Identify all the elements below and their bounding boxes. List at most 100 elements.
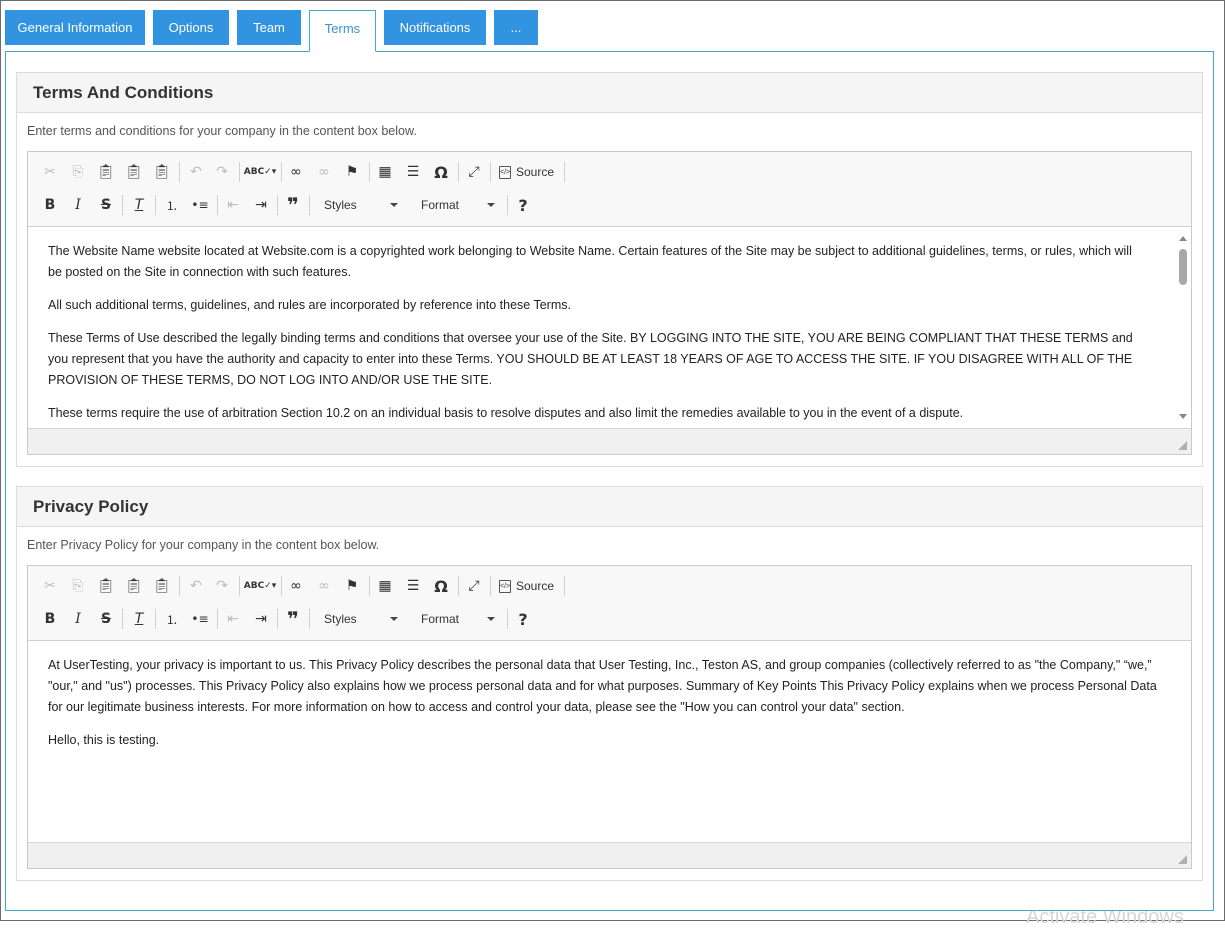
toolbar-separator [309,195,310,215]
resize-handle-icon[interactable] [1178,441,1187,450]
special-char-icon[interactable]: Ω [429,572,453,600]
format-dropdown[interactable]: Format [411,194,501,216]
privacy-editor-content[interactable]: At UserTesting, your privacy is importan… [28,641,1191,842]
terms-editor-scrollbar[interactable] [1175,227,1191,428]
source-icon: </> [499,579,511,593]
terms-section: Terms And Conditions Enter terms and con… [16,72,1203,467]
tab-team[interactable]: Team [237,10,301,45]
strikethrough-icon[interactable]: S [94,605,118,633]
strikethrough-icon[interactable]: S [94,191,118,219]
outdent-icon[interactable]: ⇤ [221,191,245,219]
tab-general-information[interactable]: General Information [5,10,145,45]
help-icon[interactable]: ? [511,191,535,219]
privacy-editor: ✂ ⎘ 📋︎ 📋︎ 📋︎ ↶ ↷ ABC✓▾ ∞ ∞ ⚑ ▦ ☰ Ω ⤢ </>… [27,565,1192,869]
anchor-icon[interactable]: ⚑ [340,572,364,600]
redo-icon[interactable]: ↷ [210,158,234,186]
terms-editor: ✂ ⎘ 📋︎ 📋︎ 📋︎ ↶ ↷ ABC✓▾ ∞ ∞ ⚑ ▦ ☰ Ω ⤢ </>… [27,151,1192,455]
numbered-list-icon[interactable]: ⒈ [160,605,184,633]
format-dropdown-label: Format [421,612,460,626]
link-icon[interactable]: ∞ [284,158,308,186]
toolbar-separator [564,162,565,182]
tab-more[interactable]: ... [494,10,538,45]
horizontal-rule-icon[interactable]: ☰ [401,572,425,600]
toolbar-separator [490,576,491,596]
source-button[interactable]: </> Source [499,572,554,600]
privacy-editor-statusbar [28,842,1191,868]
paste-text-icon[interactable]: 📋︎ [122,158,146,186]
terms-paragraph: The Website Name website located at Webs… [48,244,1132,279]
cut-icon[interactable]: ✂ [38,158,62,186]
table-icon[interactable]: ▦ [373,158,397,186]
source-button[interactable]: </> Source [499,158,554,186]
copy-icon[interactable]: ⎘ [66,158,90,186]
toolbar-separator [122,609,123,629]
maximize-icon[interactable]: ⤢ [462,572,486,600]
chevron-down-icon [487,203,495,207]
bold-icon[interactable]: B [38,191,62,219]
privacy-section: Privacy Policy Enter Privacy Policy for … [16,486,1203,881]
styles-dropdown-label: Styles [324,612,357,626]
anchor-icon[interactable]: ⚑ [340,158,364,186]
paste-from-word-icon[interactable]: 📋︎ [150,572,174,600]
source-icon: </> [499,165,511,179]
styles-dropdown[interactable]: Styles [314,608,404,630]
undo-icon[interactable]: ↶ [184,572,208,600]
privacy-editor-toolbar: ✂ ⎘ 📋︎ 📋︎ 📋︎ ↶ ↷ ABC✓▾ ∞ ∞ ⚑ ▦ ☰ Ω ⤢ </>… [28,566,1191,641]
terms-paragraph: These terms require the use of arbitrati… [48,406,964,420]
scroll-down-arrow-icon[interactable] [1179,414,1187,419]
terms-editor-content[interactable]: The Website Name website located at Webs… [28,227,1191,428]
link-icon[interactable]: ∞ [284,572,308,600]
paste-text-icon[interactable]: 📋︎ [122,572,146,600]
spellcheck-icon[interactable]: ABC✓▾ [244,572,277,600]
table-icon[interactable]: ▦ [373,572,397,600]
numbered-list-icon[interactable]: ⒈ [160,191,184,219]
paste-icon[interactable]: 📋︎ [94,158,118,186]
toolbar-separator [155,609,156,629]
toolbar-separator [239,576,240,596]
cut-icon[interactable]: ✂ [38,572,62,600]
scroll-up-arrow-icon[interactable] [1179,236,1187,241]
chevron-down-icon [487,617,495,621]
bulleted-list-icon[interactable]: •≡ [188,191,212,219]
terms-tab-panel: Terms And Conditions Enter terms and con… [5,51,1214,911]
blockquote-icon[interactable]: ❞ [281,605,305,633]
paste-from-word-icon[interactable]: 📋︎ [150,158,174,186]
toolbar-separator [155,195,156,215]
remove-format-icon[interactable]: T [127,605,151,633]
toolbar-separator [217,195,218,215]
maximize-icon[interactable]: ⤢ [462,158,486,186]
italic-icon[interactable]: I [66,605,90,633]
toolbar-separator [217,609,218,629]
styles-dropdown[interactable]: Styles [314,194,404,216]
unlink-icon[interactable]: ∞ [312,158,336,186]
indent-icon[interactable]: ⇥ [249,605,273,633]
toolbar-separator [277,195,278,215]
redo-icon[interactable]: ↷ [210,572,234,600]
horizontal-rule-icon[interactable]: ☰ [401,158,425,186]
remove-format-icon[interactable]: T [127,191,151,219]
format-dropdown-label: Format [421,198,460,212]
bold-icon[interactable]: B [38,605,62,633]
unlink-icon[interactable]: ∞ [312,572,336,600]
copy-icon[interactable]: ⎘ [66,572,90,600]
terms-section-description: Enter terms and conditions for your comp… [27,124,417,138]
outdent-icon[interactable]: ⇤ [221,605,245,633]
tab-options[interactable]: Options [153,10,229,45]
terms-section-title: Terms And Conditions [17,73,1202,113]
bulleted-list-icon[interactable]: •≡ [188,605,212,633]
blockquote-icon[interactable]: ❞ [281,191,305,219]
special-char-icon[interactable]: Ω [429,158,453,186]
undo-icon[interactable]: ↶ [184,158,208,186]
paste-icon[interactable]: 📋︎ [94,572,118,600]
indent-icon[interactable]: ⇥ [249,191,273,219]
toolbar-separator [507,609,508,629]
resize-handle-icon[interactable] [1178,855,1187,864]
italic-icon[interactable]: I [66,191,90,219]
spellcheck-icon[interactable]: ABC✓▾ [244,158,277,186]
format-dropdown[interactable]: Format [411,608,501,630]
tab-terms[interactable]: Terms [309,10,376,52]
scrollbar-thumb[interactable] [1179,249,1187,285]
tab-notifications[interactable]: Notifications [384,10,486,45]
terms-editor-toolbar: ✂ ⎘ 📋︎ 📋︎ 📋︎ ↶ ↷ ABC✓▾ ∞ ∞ ⚑ ▦ ☰ Ω ⤢ </>… [28,152,1191,227]
help-icon[interactable]: ? [511,605,535,633]
